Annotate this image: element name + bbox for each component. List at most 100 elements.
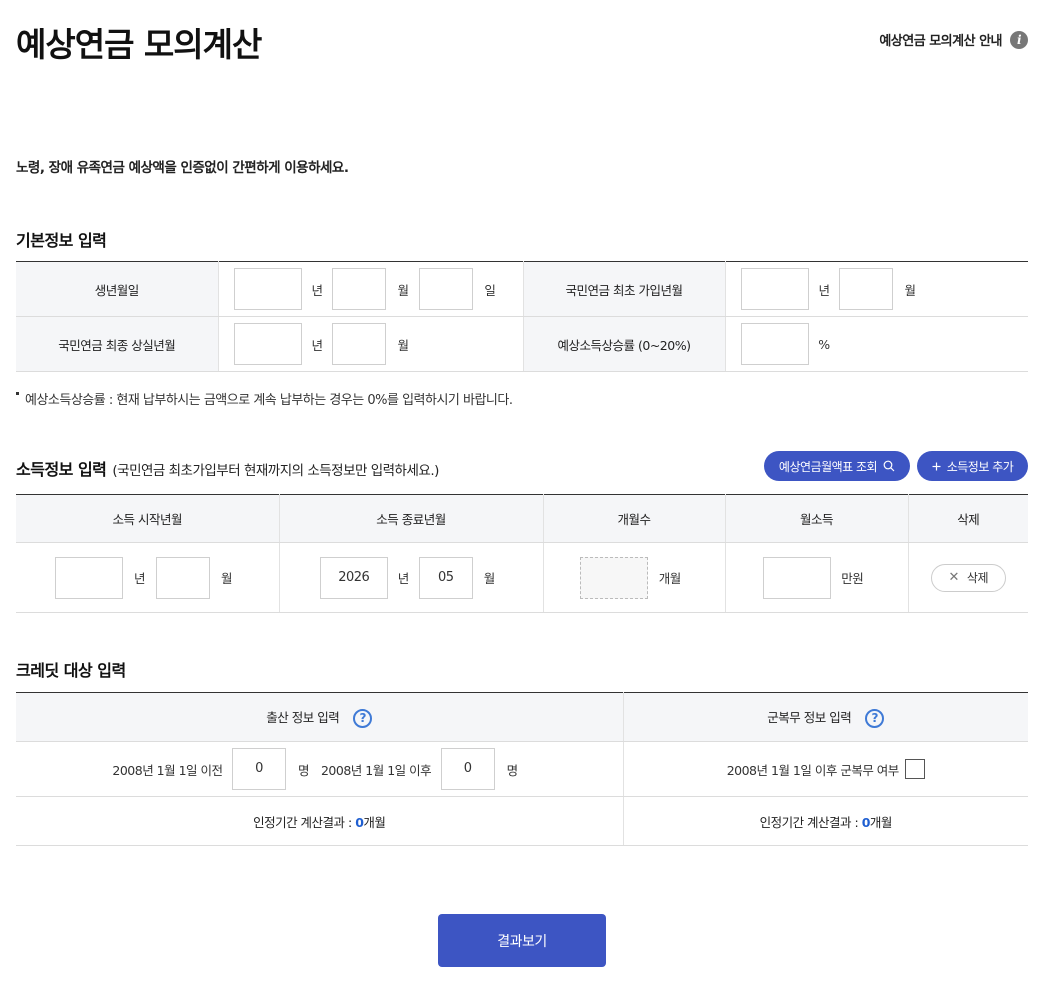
birth-month-unit: 월 — [397, 282, 409, 298]
income-rate-note: 예상소득상승률 : 현재 납부하시는 금액으로 계속 납부하는 경우는 0%를 … — [16, 389, 513, 408]
months-readonly-field — [580, 556, 649, 599]
after-2008-input[interactable]: 0 — [440, 748, 495, 790]
birth-label: 생년월일 — [16, 261, 219, 317]
before-2008-label: 2008년 1월 1일 이전 — [112, 762, 223, 778]
start-year-input[interactable] — [55, 556, 124, 599]
income-end-cell: 2026 년 05 월 — [279, 542, 544, 613]
help-icon-birth[interactable]: ? — [353, 708, 373, 728]
birth-result-prefix: 인정기간 계산결과 : — [253, 814, 356, 830]
end-month-input[interactable]: 05 — [418, 556, 473, 599]
end-month-unit: 월 — [483, 571, 496, 586]
delete-row-button[interactable]: ✕ 삭제 — [930, 563, 1006, 592]
income-rate-label: 예상소득상승률 (0~20%) — [522, 316, 726, 372]
birth-day-input[interactable] — [419, 268, 474, 310]
first-join-year-input[interactable] — [740, 268, 809, 310]
end-year-unit: 년 — [397, 571, 410, 586]
months-unit: 개월 — [658, 571, 682, 586]
income-section-title: 소득정보 입력 (국민연금 최초가입부터 현재까지의 소득정보만 입력하세요.) — [16, 456, 439, 480]
military-input-cell: 2008년 1월 1일 이후 군복무 여부 — [623, 741, 1028, 797]
lookup-button-label: 예상연금월액표 조회 — [778, 459, 878, 474]
income-row: 년 월 2026 년 05 월 개월 만원 ✕ 삭제 — [16, 542, 1028, 613]
income-monthly-cell: 만원 — [725, 542, 909, 613]
military-result-prefix: 인정기간 계산결과 : — [759, 814, 862, 830]
birth-inputs: 년 월 일 — [218, 261, 523, 317]
birth-result-suffix: 개월 — [363, 814, 386, 830]
last-loss-month-unit: 월 — [397, 337, 409, 353]
end-year-input[interactable]: 2026 — [319, 556, 388, 599]
first-join-month-unit: 월 — [904, 282, 916, 298]
manwon-unit: 만원 — [841, 571, 864, 586]
income-header-row: 소득 시작년월 소득 종료년월 개월수 월소득 삭제 — [16, 494, 1028, 543]
guide-link-label: 예상연금 모의계산 안내 — [879, 34, 1002, 49]
help-icon-military[interactable]: ? — [865, 708, 885, 728]
birth-info-header: 출산 정보 입력? — [16, 692, 624, 742]
info-icon: i — [1010, 30, 1028, 49]
first-join-year-unit: 년 — [818, 282, 830, 298]
military-result-cell: 인정기간 계산결과 : 0개월 — [623, 796, 1028, 846]
income-rate-inputs: % — [725, 316, 1028, 372]
birth-year-unit: 년 — [311, 282, 323, 298]
birth-month-input[interactable] — [332, 268, 387, 310]
col-start-header: 소득 시작년월 — [16, 494, 280, 543]
add-income-label: 소득정보 추가 — [946, 459, 1014, 474]
delete-label: 삭제 — [966, 571, 989, 585]
bullet-dot — [16, 392, 19, 395]
close-icon: ✕ — [948, 570, 960, 585]
military-checkbox[interactable] — [904, 759, 925, 779]
income-start-cell: 년 월 — [16, 542, 280, 613]
birth-result-cell: 인정기간 계산결과 : 0개월 — [16, 796, 624, 846]
birth-year-input[interactable] — [233, 268, 302, 310]
military-info-header: 군복무 정보 입력? — [623, 692, 1028, 742]
col-end-header: 소득 종료년월 — [279, 494, 544, 543]
view-result-button[interactable]: 결과보기 — [438, 914, 606, 967]
birth-day-unit: 일 — [484, 282, 496, 298]
basic-row-2: 국민연금 최종 상실년월 년 월 예상소득상승률 (0~20%) % — [16, 316, 1028, 372]
plus-icon — [932, 462, 941, 470]
military-checkbox-label: 2008년 1월 1일 이후 군복무 여부 — [726, 762, 900, 778]
income-delete-cell: ✕ 삭제 — [908, 542, 1028, 613]
percent-unit: % — [818, 336, 830, 352]
basic-row-1: 생년월일 년 월 일 국민연금 최초 가입년월 년 월 — [16, 261, 1028, 317]
after-person-unit: 명 — [506, 762, 519, 778]
basic-section-title: 기본정보 입력 — [16, 231, 107, 250]
add-income-button[interactable]: 소득정보 추가 — [917, 451, 1028, 481]
first-join-month-input[interactable] — [839, 268, 894, 310]
military-result-value: 0 — [861, 814, 871, 830]
first-join-inputs: 년 월 — [725, 261, 1028, 317]
income-section-subtitle: (국민연금 최초가입부터 현재까지의 소득정보만 입력하세요.) — [112, 463, 439, 479]
before-person-unit: 명 — [297, 762, 310, 778]
income-months-cell: 개월 — [543, 542, 726, 613]
guide-link[interactable]: 예상연금 모의계산 안내 i — [879, 30, 1028, 49]
monthly-income-input[interactable] — [762, 556, 831, 599]
before-2008-input[interactable]: 0 — [232, 748, 287, 790]
military-info-header-label: 군복무 정보 입력 — [767, 709, 852, 725]
last-loss-year-unit: 년 — [311, 337, 323, 353]
credit-table: 출산 정보 입력? 군복무 정보 입력? 2008년 1월 1일 이전 0 명 … — [16, 692, 1028, 846]
page-title: 예상연금 모의계산 — [16, 25, 262, 64]
col-months-header: 개월수 — [543, 494, 726, 543]
income-table: 소득 시작년월 소득 종료년월 개월수 월소득 삭제 년 월 2026 년 05… — [16, 494, 1028, 613]
last-loss-label: 국민연금 최종 상실년월 — [16, 316, 219, 372]
start-month-input[interactable] — [155, 556, 210, 599]
income-rate-input[interactable] — [740, 323, 809, 365]
intro-text: 노령, 장애 유족연금 예상액을 인증없이 간편하게 이용하세요. — [16, 160, 349, 176]
birth-input-cell: 2008년 1월 1일 이전 0 명 2008년 1월 1일 이후 0 명 — [16, 741, 624, 797]
first-join-label: 국민연금 최초 가입년월 — [522, 261, 726, 317]
search-icon — [883, 460, 895, 472]
credit-section-title: 크레딧 대상 입력 — [16, 661, 126, 680]
start-month-unit: 월 — [220, 571, 233, 586]
basic-info-table: 생년월일 년 월 일 국민연금 최초 가입년월 년 월 국민연금 최종 상실년월… — [16, 261, 1028, 372]
col-delete-header: 삭제 — [908, 494, 1028, 543]
credit-input-row: 2008년 1월 1일 이전 0 명 2008년 1월 1일 이후 0 명 20… — [16, 741, 1028, 797]
col-income-header: 월소득 — [725, 494, 909, 543]
birth-info-header-label: 출산 정보 입력 — [266, 709, 340, 725]
military-result-suffix: 개월 — [869, 814, 893, 830]
last-loss-month-input[interactable] — [332, 323, 387, 365]
credit-result-row: 인정기간 계산결과 : 0개월 인정기간 계산결과 : 0개월 — [16, 796, 1028, 846]
after-2008-label: 2008년 1월 1일 이후 — [320, 762, 432, 778]
pension-table-lookup-button[interactable]: 예상연금월액표 조회 — [764, 451, 910, 481]
income-rate-note-text: 예상소득상승률 : 현재 납부하시는 금액으로 계속 납부하는 경우는 0%를 … — [25, 393, 513, 408]
credit-header-row: 출산 정보 입력? 군복무 정보 입력? — [16, 692, 1028, 742]
last-loss-inputs: 년 월 — [218, 316, 523, 372]
last-loss-year-input[interactable] — [233, 323, 302, 365]
